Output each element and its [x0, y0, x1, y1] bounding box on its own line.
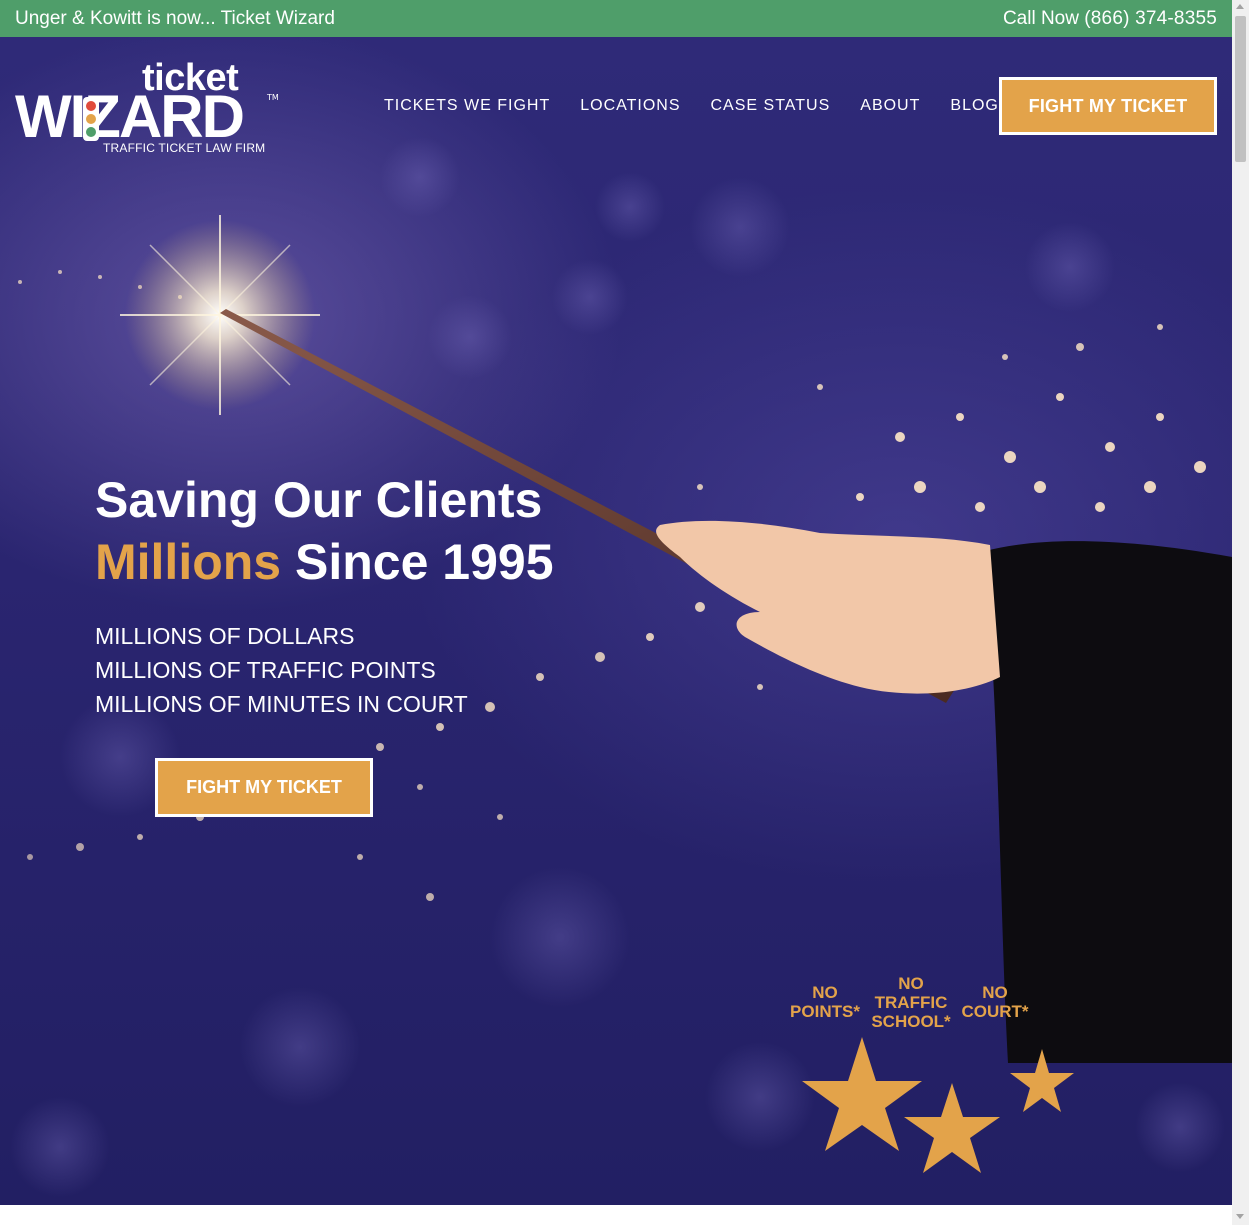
badge-no-traffic-school-line3: SCHOOL* — [871, 1012, 951, 1031]
badge-no-traffic-school: NO TRAFFIC SCHOOL* — [870, 974, 952, 1031]
traffic-light-icon — [83, 97, 99, 141]
scroll-thumb[interactable] — [1235, 16, 1246, 162]
benefit-dollars: MILLIONS OF DOLLARS — [95, 623, 355, 649]
nav-locations[interactable]: LOCATIONS — [580, 97, 680, 115]
hand — [656, 520, 1000, 694]
badge-no-court-line2: COURT* — [961, 1002, 1029, 1021]
trademark-mark: TM — [267, 93, 279, 102]
badge-no-points-line2: POINTS* — [790, 1002, 860, 1021]
phone-number[interactable]: (866) 374-8355 — [1084, 8, 1217, 29]
hero-section: ticket WIZARD TM TRAFFIC TICKET LAW FIRM… — [0, 37, 1232, 1205]
headline-accent: Millions — [95, 534, 282, 590]
scroll-up-arrow-icon[interactable] — [1236, 4, 1244, 9]
badge-no-points: NO POINTS* — [788, 983, 862, 1021]
call-now[interactable]: Call Now (866) 374-8355 — [1003, 8, 1217, 30]
nav-about[interactable]: ABOUT — [860, 97, 920, 115]
headline-line-1: Saving Our Clients — [95, 472, 543, 528]
hero-headline: Saving Our Clients Millions Since 1995 — [95, 469, 554, 593]
main-nav: TICKETS WE FIGHT LOCATIONS CASE STATUS A… — [384, 97, 999, 115]
fight-my-ticket-hero-button[interactable]: FIGHT MY TICKET — [155, 758, 373, 817]
badge-no-traffic-school-line1: NO — [898, 974, 924, 993]
call-now-label: Call Now — [1002, 7, 1079, 29]
announcement-bar: Unger & Kowitt is now... Ticket Wizard C… — [0, 0, 1232, 37]
rebrand-notice: Unger & Kowitt is now... Ticket Wizard — [15, 7, 335, 29]
benefit-points: MILLIONS OF TRAFFIC POINTS — [95, 657, 436, 683]
ticket-wizard-logo[interactable]: ticket WIZARD TM TRAFFIC TICKET LAW FIRM — [15, 57, 280, 157]
logo-wordmark-wizard: WIZARD — [15, 83, 245, 150]
scroll-down-arrow-icon[interactable] — [1236, 1214, 1244, 1219]
page-scrollbar[interactable] — [1232, 0, 1249, 1225]
nav-case-status[interactable]: CASE STATUS — [711, 97, 831, 115]
headline-line-2: Millions Since 1995 — [95, 531, 554, 593]
wand-glow — [120, 215, 320, 415]
nav-tickets-we-fight[interactable]: TICKETS WE FIGHT — [384, 97, 550, 115]
benefit-court: MILLIONS OF MINUTES IN COURT — [95, 691, 468, 717]
badge-no-court: NO COURT* — [958, 983, 1032, 1021]
logo-tagline: TRAFFIC TICKET LAW FIRM — [103, 141, 266, 155]
badge-no-traffic-school-line2: TRAFFIC — [874, 993, 948, 1012]
nav-blog[interactable]: BLOG — [950, 97, 998, 115]
badge-no-points-line1: NO — [812, 983, 838, 1002]
hero-benefits-list: MILLIONS OF DOLLARS MILLIONS OF TRAFFIC … — [95, 619, 468, 721]
headline-rest: Since 1995 — [295, 534, 554, 590]
fight-my-ticket-header-button[interactable]: FIGHT MY TICKET — [999, 77, 1217, 135]
badge-no-court-line1: NO — [982, 983, 1008, 1002]
